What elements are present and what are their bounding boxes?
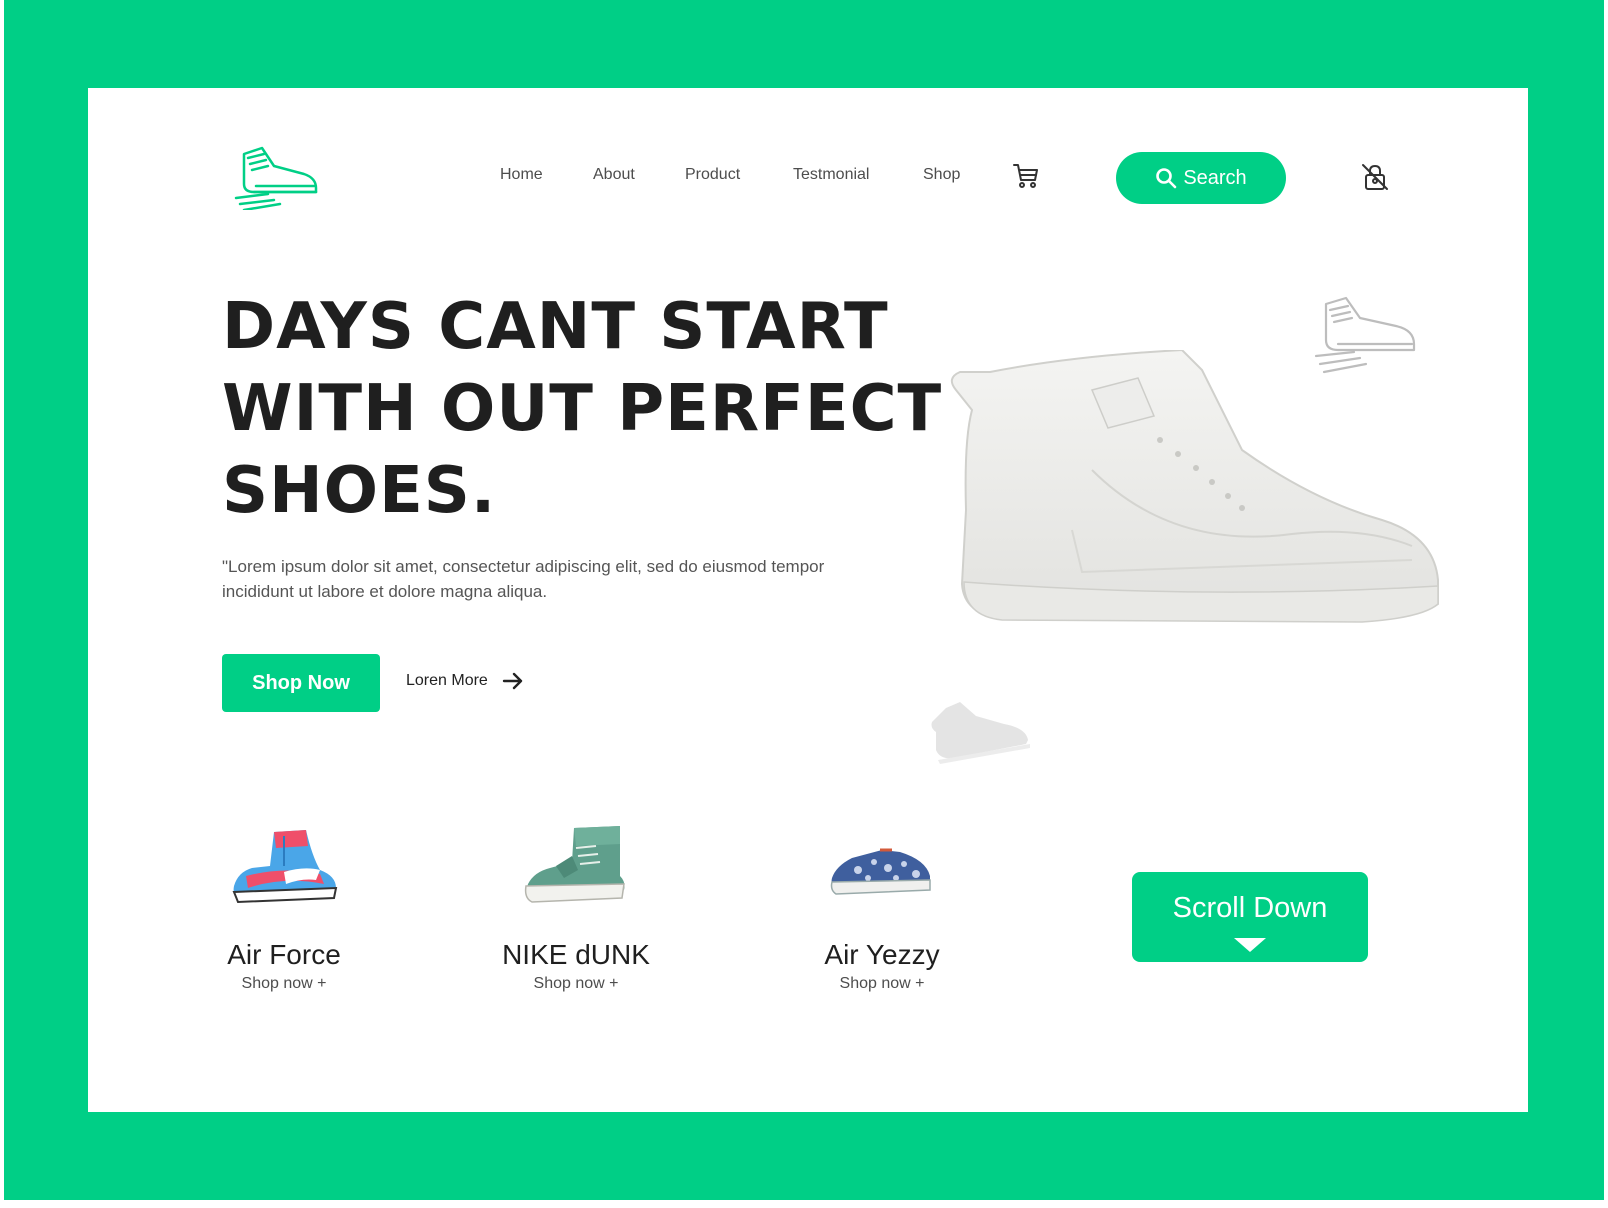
hero-title: DAYS CANT START WITH OUT PERFECT SHOES. [222,286,943,532]
loren-more-label: Loren More [406,672,488,689]
product-name: NIKE dUNK [502,939,650,970]
hero-title-line: DAYS CANT START [222,290,889,364]
shop-now-link[interactable]: Shop now + [184,975,384,993]
sneaker-logo-icon[interactable] [234,144,320,210]
hero-description: "Lorem ipsum dolor sit amet, consectetur… [222,557,825,601]
hero-title-line: WITH OUT PERFECT [222,372,943,446]
sneaker-silhouette-icon [931,702,1030,764]
shopping-cart-icon[interactable] [1012,162,1040,190]
search-label: Search [1183,166,1247,189]
scroll-down-label: Scroll Down [1172,892,1328,924]
search-button[interactable]: Search [1116,152,1286,204]
hero-sneaker-image [950,350,1439,623]
nav-product[interactable]: Product [685,166,740,184]
landing-page: Home About Product Testmonial Shop Searc… [88,88,1528,1112]
sneaker-outline-icon [1314,296,1416,374]
product-card[interactable]: NIKE dUNK Shop now + [476,826,676,993]
product-name: Air Yezzy [824,939,940,970]
nav-testimonial[interactable]: Testmonial [793,166,869,184]
nav-shop[interactable]: Shop [923,166,960,184]
shop-now-link[interactable]: Shop now + [476,975,676,993]
nike-dunk-shoe-image[interactable] [516,826,636,916]
scroll-down-button[interactable]: Scroll Down [1132,872,1368,962]
nav-home[interactable]: Home [500,166,543,184]
loren-more-link[interactable]: Loren More [406,672,524,690]
air-yezzy-shoe-image[interactable] [822,826,942,916]
nav-about[interactable]: About [593,166,635,184]
lock-user-icon[interactable] [1360,162,1390,192]
air-force-shoe-image[interactable] [224,826,344,916]
product-card[interactable]: Air Yezzy Shop now + [782,826,982,993]
caret-down-icon [1234,938,1266,952]
product-card[interactable]: Air Force Shop now + [184,826,384,993]
product-name: Air Force [227,939,341,970]
hero-title-line: SHOES. [222,454,497,528]
shop-now-button[interactable]: Shop Now [222,654,380,712]
arrow-right-icon [502,672,523,690]
shop-now-link[interactable]: Shop now + [782,975,982,993]
green-frame: Home About Product Testmonial Shop Searc… [4,0,1604,1200]
search-icon [1156,168,1177,189]
